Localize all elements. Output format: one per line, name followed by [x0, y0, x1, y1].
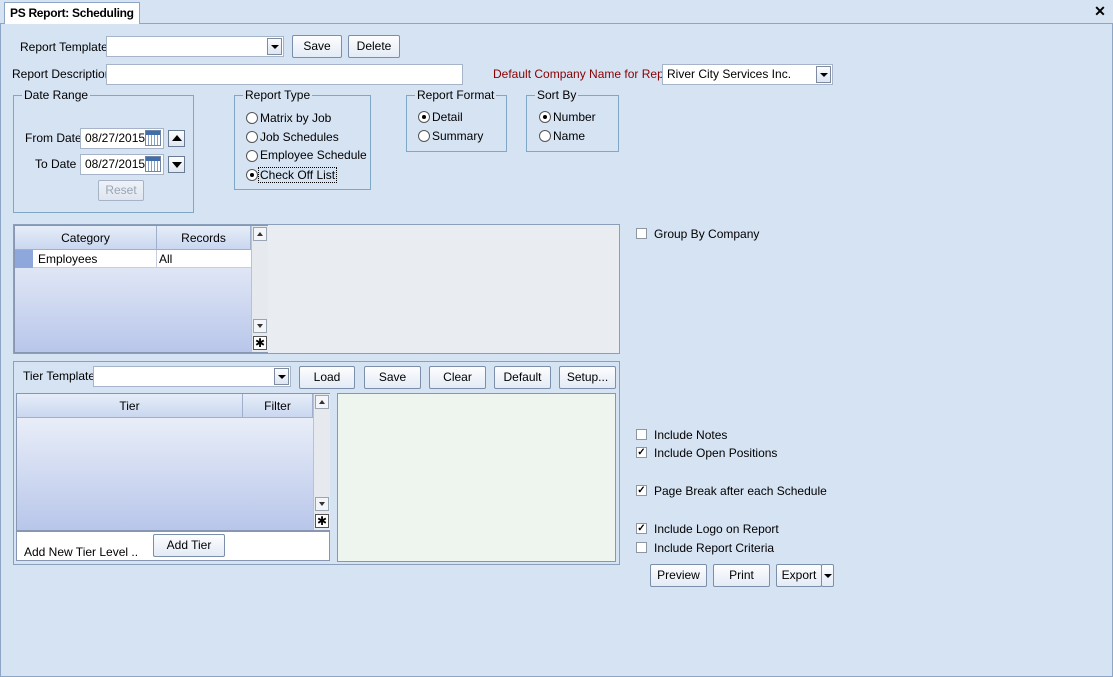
detail-label: Detail — [432, 110, 463, 124]
cell-divider — [156, 250, 157, 268]
include-report-criteria-checkbox[interactable] — [636, 542, 647, 553]
include-notes-label: Include Notes — [654, 428, 728, 442]
check-icon: ✓ — [637, 447, 646, 458]
summary-label: Summary — [432, 129, 484, 143]
calendar-icon[interactable] — [145, 130, 161, 146]
row-selector[interactable] — [15, 250, 33, 268]
category-column-header[interactable]: Category — [15, 226, 157, 250]
tab-strip: PS Report: Scheduling ✕ — [0, 0, 1113, 24]
page-break-label: Page Break after each Schedule — [654, 484, 827, 498]
job-schedules-label: Job Schedules — [260, 130, 339, 144]
radio-matrix-by-job[interactable] — [246, 112, 258, 124]
radio-job-schedules[interactable] — [246, 131, 258, 143]
report-description-input[interactable] — [106, 64, 463, 85]
include-notes-checkbox[interactable] — [636, 429, 647, 440]
category-cell: Employees — [38, 252, 98, 266]
radio-detail[interactable] — [418, 111, 430, 123]
add-tier-button[interactable]: Add Tier — [153, 534, 225, 557]
report-format-title: Report Format — [415, 88, 497, 102]
include-open-positions-checkbox[interactable]: ✓ — [636, 447, 647, 458]
preview-button[interactable]: Preview — [650, 564, 707, 587]
report-description-label: Report Description — [12, 67, 112, 81]
tier-load-button[interactable]: Load — [299, 366, 355, 389]
radio-number[interactable] — [539, 111, 551, 123]
default-company-combo[interactable]: River City Services Inc. — [662, 64, 833, 85]
records-column-header[interactable]: Records — [157, 226, 251, 250]
report-template-label: Report Template — [20, 40, 108, 54]
tier-setup-button[interactable]: Setup... — [559, 366, 616, 389]
radio-name[interactable] — [539, 130, 551, 142]
sort-by-title: Sort By — [535, 88, 579, 102]
template-save-button[interactable]: Save — [292, 35, 342, 58]
check-icon: ✓ — [637, 485, 646, 496]
tier-scrollbar[interactable]: ✱ — [313, 394, 330, 530]
scroll-up-icon[interactable] — [315, 395, 329, 409]
to-date-label: To Date — [35, 157, 77, 171]
new-row-icon[interactable]: ✱ — [253, 336, 267, 350]
radio-employee-schedule[interactable] — [246, 150, 258, 162]
chevron-down-icon — [824, 574, 832, 578]
date-up-icon[interactable] — [168, 130, 185, 147]
export-button[interactable]: Export — [776, 564, 822, 587]
from-date-label: From Date — [25, 131, 82, 145]
category-grid: Category Records Employees All ✱ — [14, 225, 268, 353]
chevron-down-icon[interactable] — [816, 66, 831, 83]
category-scrollbar[interactable]: ✱ — [251, 226, 268, 352]
name-label: Name — [553, 129, 586, 143]
scroll-down-icon[interactable] — [253, 319, 267, 333]
close-icon[interactable]: ✕ — [1093, 3, 1107, 19]
report-template-combo[interactable] — [106, 36, 284, 57]
default-company-label: Default Company Name for Report — [493, 67, 678, 81]
check-icon: ✓ — [637, 523, 646, 534]
number-label: Number — [553, 110, 596, 124]
tier-clear-button[interactable]: Clear — [429, 366, 486, 389]
check-off-list-label: Check Off List — [258, 167, 338, 183]
include-logo-checkbox[interactable]: ✓ — [636, 523, 647, 534]
records-cell: All — [159, 252, 173, 266]
calendar-icon[interactable] — [145, 156, 161, 172]
filter-column-header[interactable]: Filter — [243, 394, 313, 418]
tier-default-button[interactable]: Default — [494, 366, 551, 389]
template-delete-button[interactable]: Delete — [348, 35, 400, 58]
tier-detail-panel — [337, 393, 616, 562]
tier-template-combo[interactable] — [93, 366, 291, 387]
page-break-checkbox[interactable]: ✓ — [636, 485, 647, 496]
group-by-company-checkbox[interactable] — [636, 228, 647, 239]
include-report-criteria-label: Include Report Criteria — [654, 541, 775, 555]
table-row[interactable]: Employees All — [33, 250, 251, 268]
export-dropdown-button[interactable] — [821, 564, 834, 587]
add-new-tier-label: Add New Tier Level .. — [24, 545, 139, 559]
reset-button[interactable]: Reset — [98, 180, 144, 201]
tier-column-header[interactable]: Tier — [17, 394, 243, 418]
default-company-value: River City Services Inc. — [667, 67, 792, 81]
include-open-positions-label: Include Open Positions — [654, 446, 778, 460]
scroll-down-icon[interactable] — [315, 497, 329, 511]
tier-template-label: Tier Template — [23, 369, 96, 383]
to-date-value: 08/27/2015 — [85, 157, 146, 171]
chevron-down-icon[interactable] — [267, 38, 282, 55]
group-by-company-label: Group By Company — [654, 227, 760, 241]
include-logo-label: Include Logo on Report — [654, 522, 779, 536]
tier-save-button[interactable]: Save — [364, 366, 421, 389]
from-date-value: 08/27/2015 — [85, 131, 146, 145]
date-down-icon[interactable] — [168, 156, 185, 173]
radio-check-off-list[interactable] — [246, 169, 258, 181]
report-type-title: Report Type — [243, 88, 313, 102]
new-row-icon[interactable]: ✱ — [315, 514, 329, 528]
tier-grid: Tier Filter ✱ — [16, 393, 330, 531]
date-range-title: Date Range — [22, 88, 91, 102]
chevron-down-icon[interactable] — [274, 368, 289, 385]
tab-ps-report-scheduling[interactable]: PS Report: Scheduling — [4, 2, 140, 24]
radio-summary[interactable] — [418, 130, 430, 142]
scroll-up-icon[interactable] — [253, 227, 267, 241]
matrix-by-job-label: Matrix by Job — [260, 111, 332, 125]
print-button[interactable]: Print — [713, 564, 770, 587]
employee-schedule-label: Employee Schedule — [260, 148, 367, 162]
